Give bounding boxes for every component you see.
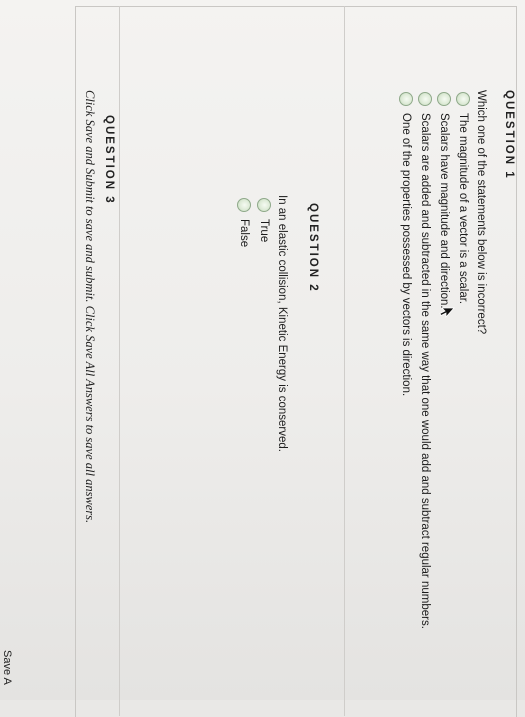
divider (344, 6, 345, 716)
option-label: False (238, 219, 250, 248)
save-all-answers-button[interactable]: Save A (1, 650, 13, 700)
question-1-option-2[interactable]: Scalars have magnitude and direction. (437, 92, 451, 309)
question-1-option-3[interactable]: Scalars are added and subtracted in the … (418, 92, 432, 629)
question-1-option-4[interactable]: One of the properties possessed by vecto… (399, 92, 413, 396)
quiz-page: QUESTION 1 Which one of the statements b… (0, 0, 525, 717)
radio-button[interactable] (237, 198, 251, 212)
question-2-header: QUESTION 2 (307, 203, 319, 293)
radio-button[interactable] (257, 198, 271, 212)
save-instructions: Click Save and Submit to save and submit… (83, 90, 97, 524)
question-1-prompt: Which one of the statements below is inc… (475, 90, 487, 335)
question-3-header: QUESTION 3 (103, 115, 115, 205)
option-label: One of the properties possessed by vecto… (400, 113, 412, 397)
radio-button[interactable] (437, 92, 451, 106)
arrow-cursor-icon (439, 307, 455, 319)
question-1-option-1[interactable]: The magnitude of a vector is a scalar. (456, 92, 470, 304)
question-2-option-true[interactable]: True (257, 198, 271, 242)
divider (119, 6, 120, 716)
option-label: Scalars have magnitude and direction. (438, 113, 450, 309)
option-label: Scalars are added and subtracted in the … (419, 113, 431, 629)
radio-button[interactable] (456, 92, 470, 106)
option-label: True (258, 219, 270, 243)
option-label: The magnitude of a vector is a scalar. (457, 113, 469, 305)
question-2-prompt: In an elastic collision, Kinetic Energy … (276, 195, 288, 452)
radio-button[interactable] (418, 92, 432, 106)
question-1-header: QUESTION 1 (503, 90, 515, 180)
radio-button[interactable] (399, 92, 413, 106)
question-2-option-false[interactable]: False (237, 198, 251, 247)
